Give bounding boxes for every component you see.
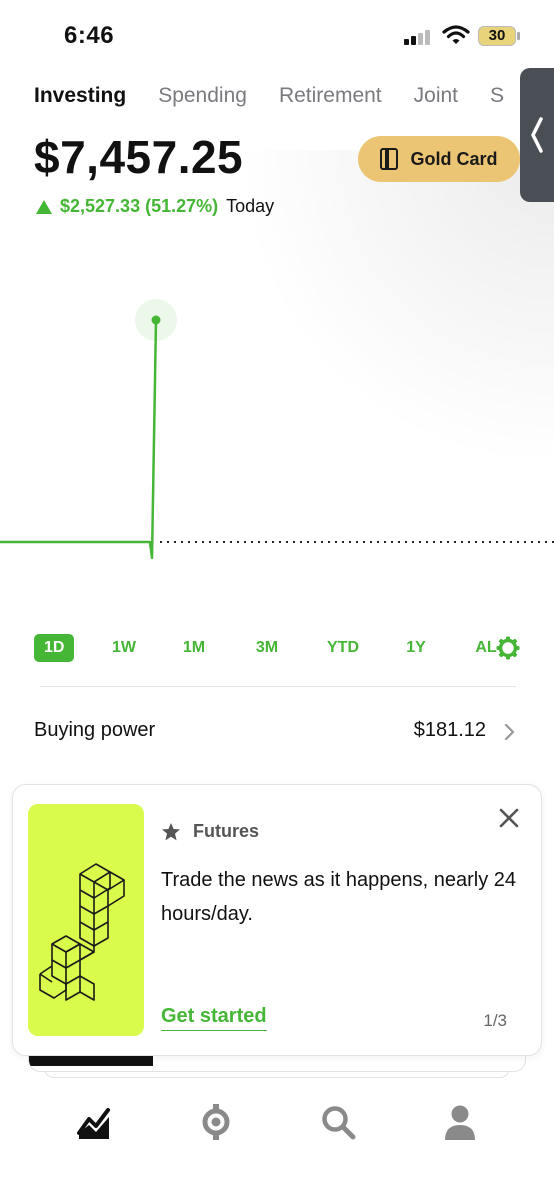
promo-tag-label: Futures [193, 821, 260, 841]
tab-joint[interactable]: Joint [414, 84, 458, 108]
range-ytd[interactable]: YTD [320, 634, 366, 662]
change-value: $2,527.33 (51.27%) [60, 196, 219, 216]
range-1w[interactable]: 1W [104, 634, 144, 662]
tab-spending[interactable]: Spending [158, 84, 247, 108]
account-tabs: Investing Spending Retirement Joint S [34, 84, 554, 114]
star-icon [162, 822, 180, 840]
cellular-signal-icon [404, 29, 434, 45]
tab-retirement[interactable]: Retirement [279, 84, 382, 108]
chart-current-point [151, 315, 161, 325]
promo-text: Trade the news as it happens, nearly 24 … [161, 869, 517, 925]
range-1d[interactable]: 1D [34, 634, 75, 662]
stacked-card-middle [28, 1054, 526, 1072]
blocks-illustration-icon [39, 863, 125, 1001]
promo-tag: Futures [161, 821, 259, 842]
nav-crypto[interactable] [196, 1102, 236, 1142]
get-started-link[interactable]: Get started [161, 1005, 267, 1031]
triangle-up-icon [36, 199, 52, 214]
nav-investing[interactable] [74, 1102, 114, 1142]
gold-card-button[interactable]: Gold Card [358, 136, 520, 182]
status-bar: 6:46 30 [0, 0, 554, 70]
card-icon [380, 148, 399, 170]
promo-illustration [28, 804, 144, 1036]
battery-cap [517, 32, 520, 40]
tab-overflow[interactable]: S [490, 84, 504, 108]
portfolio-change: $2,527.33 (51.27%) Today [36, 196, 274, 217]
portfolio-value: $7,457.25 [34, 131, 244, 183]
investing-chart-icon [77, 1108, 110, 1139]
status-time: 6:46 [64, 22, 115, 49]
time-range-tabs: 1D 1W 1M 3M YTD 1Y AL [34, 634, 526, 664]
account-icon [445, 1105, 475, 1140]
search-icon [322, 1106, 356, 1140]
battery-level: 30 [488, 27, 506, 44]
range-1y[interactable]: 1Y [396, 634, 436, 662]
nav-account[interactable] [440, 1102, 480, 1142]
portfolio-chart[interactable] [0, 280, 554, 620]
battery-indicator: 30 [478, 26, 516, 46]
chevron-right-icon [504, 723, 515, 741]
change-period: Today [226, 196, 275, 216]
range-1m[interactable]: 1M [174, 634, 214, 662]
chart-series-line [0, 319, 158, 560]
buying-power-row[interactable]: Buying power $181.12 [34, 716, 520, 746]
crypto-icon [202, 1104, 230, 1140]
divider [40, 686, 516, 687]
range-3m[interactable]: 3M [247, 634, 287, 662]
tab-investing[interactable]: Investing [34, 84, 126, 108]
close-icon[interactable] [498, 807, 520, 829]
gear-icon[interactable] [496, 636, 520, 660]
gold-card-label: Gold Card [410, 148, 498, 169]
promo-card[interactable]: Futures Trade the news as it happens, ne… [12, 784, 542, 1056]
bottom-nav [0, 1096, 554, 1150]
buying-power-value: $181.12 [413, 719, 486, 741]
side-panel-handle[interactable] [520, 68, 554, 202]
wifi-icon [442, 25, 470, 44]
buying-power-label: Buying power [34, 719, 156, 741]
nav-search[interactable] [318, 1102, 358, 1142]
chevron-left-icon [531, 117, 543, 153]
promo-pager: 1/3 [483, 1011, 507, 1030]
